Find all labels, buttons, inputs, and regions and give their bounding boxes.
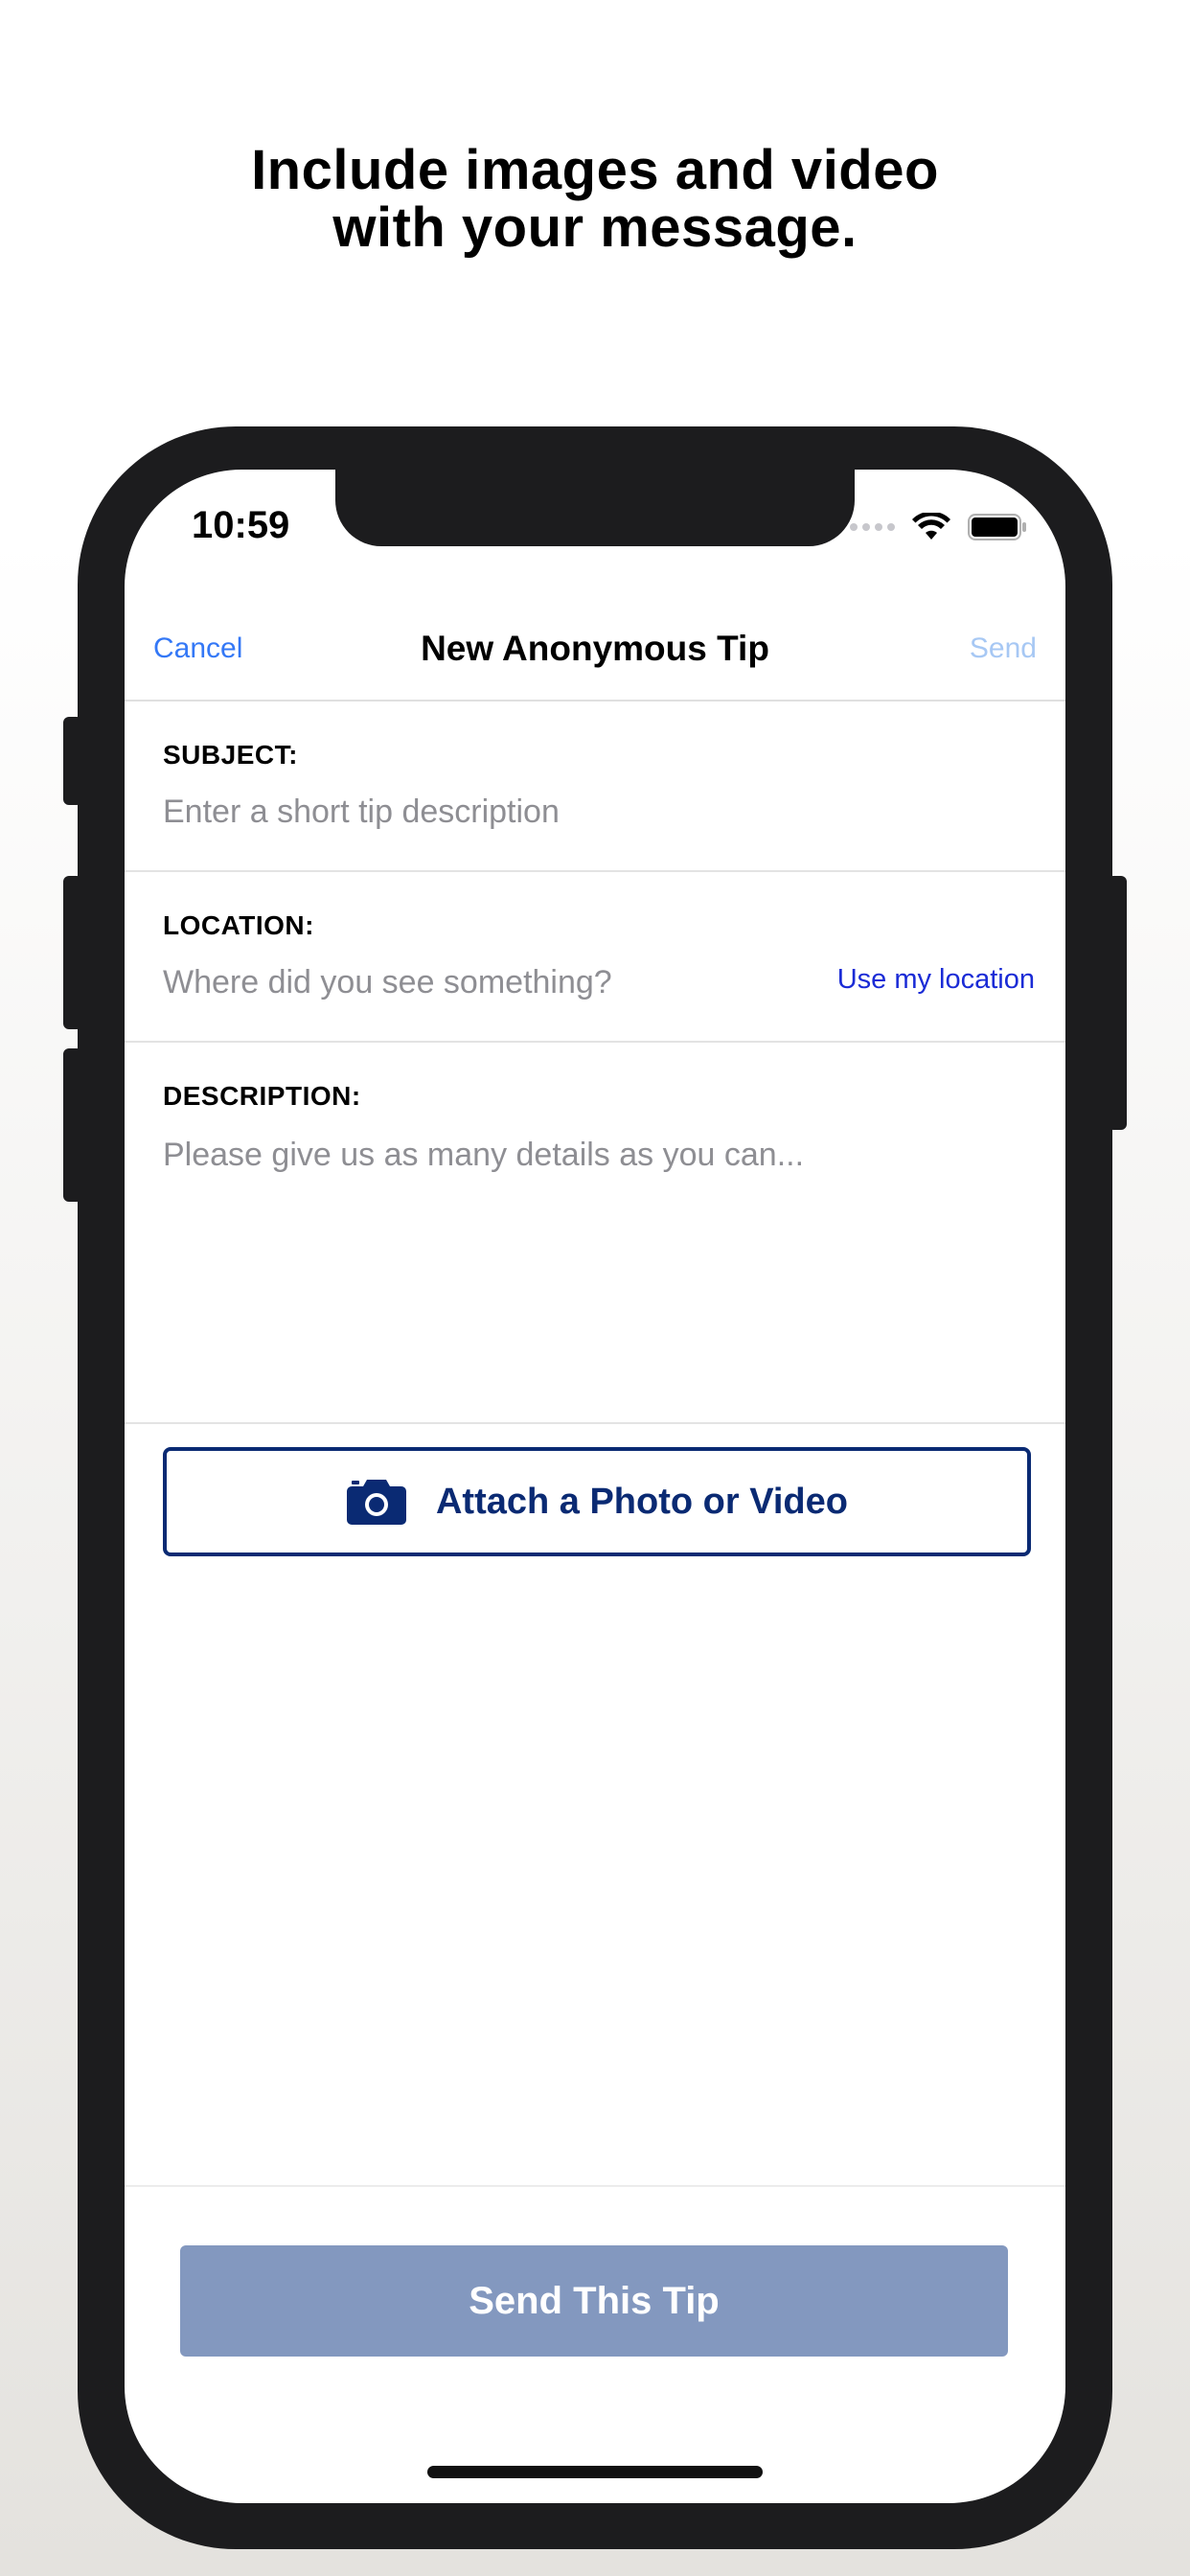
status-icons <box>850 508 1027 546</box>
headline-line-1: Include images and video <box>251 139 939 201</box>
send-tip-label: Send This Tip <box>469 2279 720 2322</box>
battery-icon <box>968 514 1026 540</box>
bottom-divider <box>125 2185 1065 2187</box>
status-time: 10:59 <box>192 504 290 546</box>
location-input[interactable] <box>163 964 757 1001</box>
attach-photo-video-button[interactable]: Attach a Photo or Video <box>163 1447 1031 1556</box>
location-label: LOCATION: <box>163 910 314 940</box>
cellular-signal-icon <box>850 523 895 531</box>
subject-field-row: SUBJECT: <box>125 702 1065 872</box>
headline-line-2: with your message. <box>332 196 858 259</box>
send-button[interactable]: Send <box>970 632 1037 665</box>
attach-button-label: Attach a Photo or Video <box>435 1481 848 1522</box>
phone-screen: 10:59 Cancel New Anonymous Tip Send SUBJ… <box>125 470 1065 2503</box>
subject-label: SUBJECT: <box>163 740 298 770</box>
description-field-row: DESCRIPTION: <box>125 1043 1065 1424</box>
nav-title: New Anonymous Tip <box>421 629 769 668</box>
phone-notch <box>335 470 855 546</box>
wifi-icon <box>912 513 950 540</box>
description-label: DESCRIPTION: <box>163 1081 361 1111</box>
send-this-tip-button[interactable]: Send This Tip <box>180 2245 1008 2357</box>
subject-input[interactable] <box>163 794 757 831</box>
navigation-bar: Cancel New Anonymous Tip Send <box>125 604 1065 702</box>
camera-icon <box>346 1480 406 1525</box>
promo-headline: Include images and video with your messa… <box>0 142 1190 257</box>
home-indicator[interactable] <box>427 2466 763 2478</box>
location-field-row: LOCATION: Use my location <box>125 872 1065 1043</box>
use-my-location-link[interactable]: Use my location <box>837 964 1035 996</box>
description-input[interactable] <box>163 1135 1006 1384</box>
